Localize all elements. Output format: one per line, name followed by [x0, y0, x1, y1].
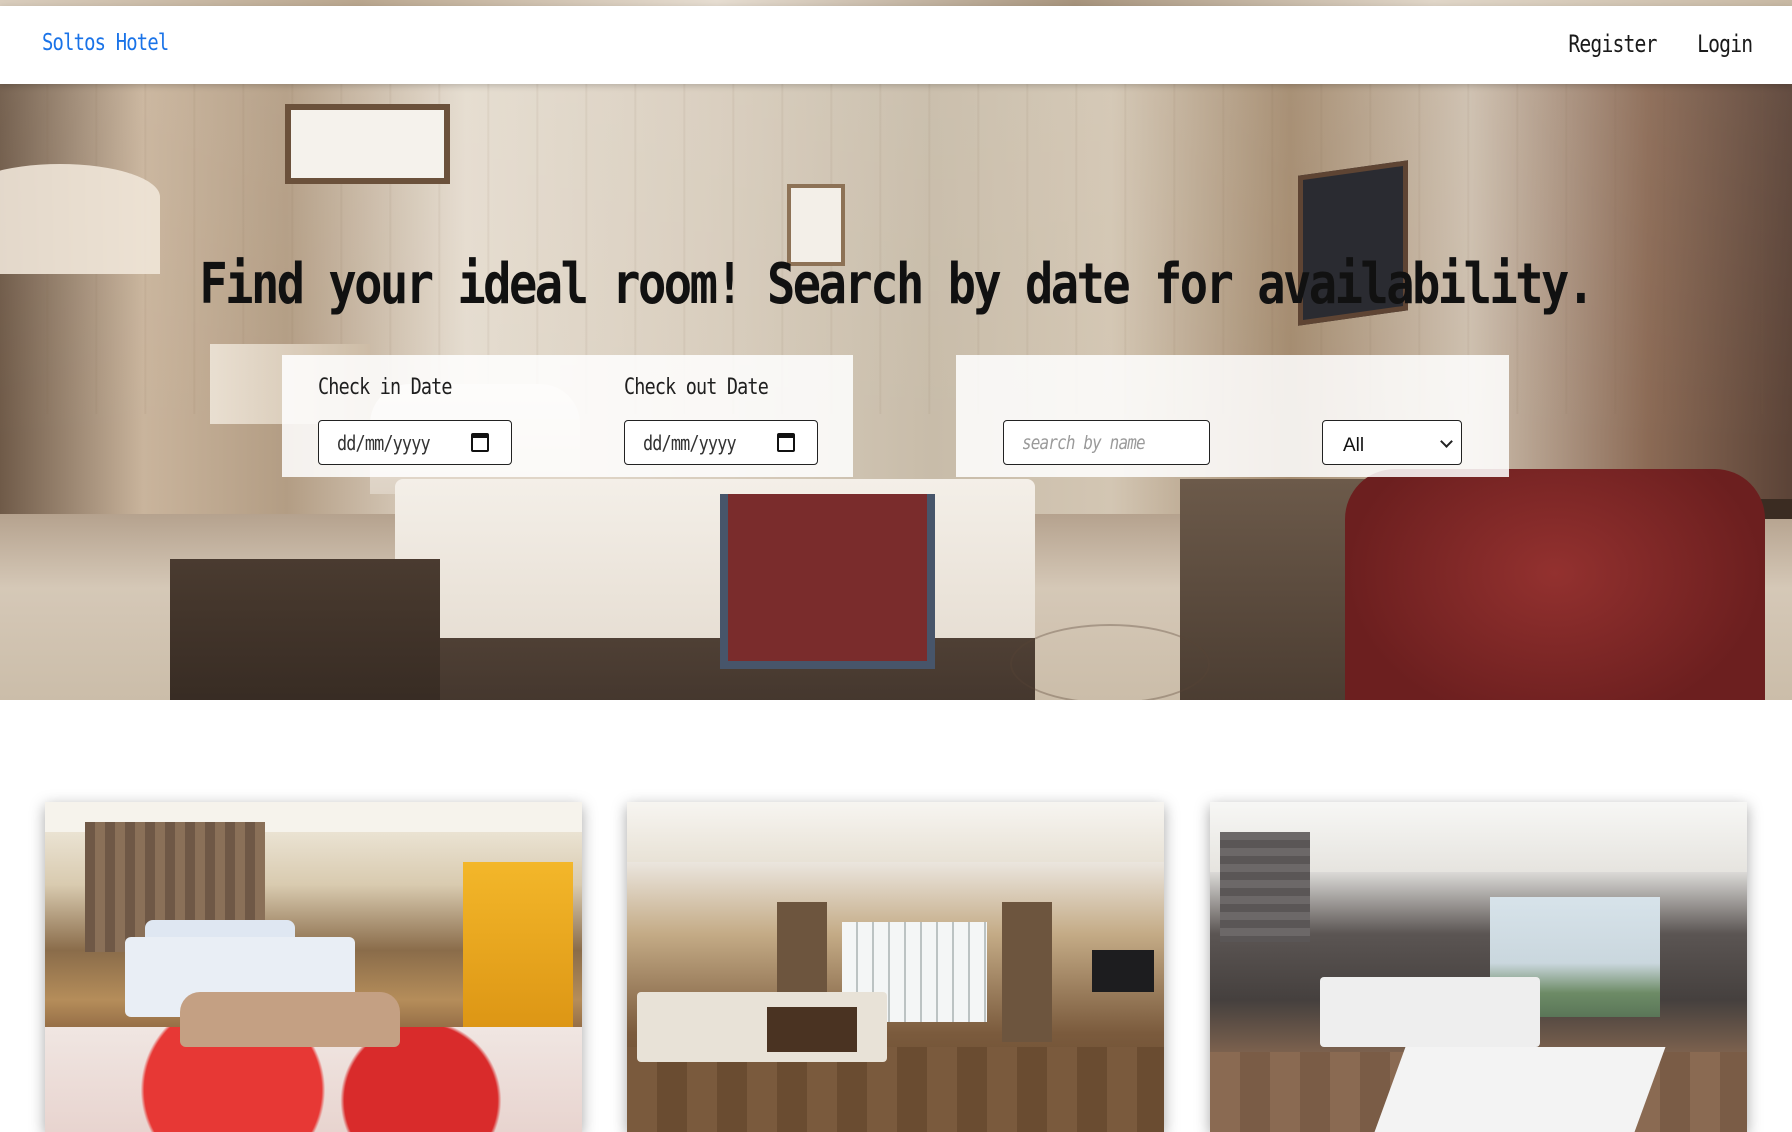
room-image-curtain	[1002, 902, 1052, 1042]
search-placeholder: search by name	[1022, 431, 1146, 454]
room-image-blind	[1220, 832, 1310, 942]
check-out-date-input[interactable]: dd/mm/yyyy	[624, 420, 818, 465]
hero-banner	[0, 84, 1792, 700]
brand-link[interactable]: Soltos Hotel	[42, 30, 169, 56]
search-by-name-input[interactable]: search by name	[1003, 420, 1210, 465]
hero-nightstand	[170, 559, 440, 700]
hero-rug-pattern	[1010, 624, 1210, 700]
hero-wall-frame	[285, 104, 450, 184]
login-link[interactable]: Login	[1697, 30, 1753, 58]
calendar-icon[interactable]	[777, 433, 795, 452]
calendar-icon[interactable]	[471, 433, 489, 452]
room-image-ceiling	[627, 802, 1164, 862]
room-image-bed	[1320, 977, 1540, 1047]
room-card[interactable]	[1210, 802, 1747, 1132]
room-cards	[45, 802, 1747, 1132]
check-out-placeholder: dd/mm/yyyy	[643, 430, 737, 455]
room-card[interactable]	[627, 802, 1164, 1132]
name-search-panel: search by name All	[956, 355, 1509, 477]
hero-bed-runner	[720, 494, 935, 669]
room-image-runner	[767, 1007, 857, 1052]
room-type-selected: All	[1343, 434, 1365, 456]
room-image-rug	[1374, 1047, 1666, 1132]
room-image-tv	[1092, 950, 1154, 992]
room-card[interactable]	[45, 802, 582, 1132]
page-title: Find your ideal room! Search by date for…	[199, 252, 1595, 317]
room-image	[1210, 802, 1747, 1132]
room-image	[45, 802, 582, 1132]
room-image	[627, 802, 1164, 1132]
check-out-label: Check out Date	[624, 375, 769, 400]
hero-floor-lamp	[0, 164, 160, 274]
room-type-select[interactable]: All	[1322, 420, 1462, 465]
room-image-bench	[180, 992, 400, 1047]
check-in-label: Check in Date	[318, 375, 453, 400]
hero-bed	[395, 479, 1035, 700]
check-in-placeholder: dd/mm/yyyy	[337, 430, 431, 455]
navbar: Soltos Hotel Register Login	[0, 6, 1792, 84]
date-search-panel: Check in Date dd/mm/yyyy Check out Date …	[282, 355, 853, 477]
chevron-down-icon	[1440, 435, 1453, 448]
register-link[interactable]: Register	[1569, 30, 1658, 58]
check-in-date-input[interactable]: dd/mm/yyyy	[318, 420, 512, 465]
hero-armchair	[1345, 469, 1765, 700]
nav-links: Register Login	[1549, 30, 1753, 58]
